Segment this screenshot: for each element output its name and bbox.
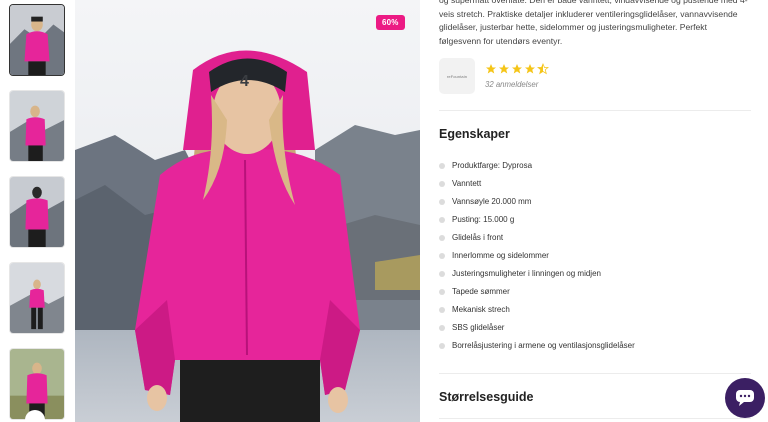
bullet-icon <box>439 199 445 206</box>
feature-item-label: Pusting: 15.000 g <box>452 215 515 225</box>
feature-item-label: Borrelåsjustering i armene og ventilasjo… <box>452 341 635 351</box>
bullet-icon <box>439 325 445 332</box>
features-heading: Egenskaper <box>439 127 510 142</box>
feature-item: Pusting: 15.000 g <box>439 215 751 233</box>
star-rating <box>485 63 549 75</box>
bullet-icon <box>439 343 445 350</box>
bullet-icon <box>439 181 445 188</box>
main-product-image[interactable]: 4 <box>75 0 420 422</box>
bullet-icon <box>439 289 445 296</box>
star-icon <box>525 64 535 74</box>
bullet-icon <box>439 163 445 170</box>
product-info: og supermatt overflate. Den er både vann… <box>439 0 751 420</box>
thumbnail-4[interactable] <box>9 262 65 334</box>
svg-text:4: 4 <box>240 73 249 90</box>
feature-item-label: Vanntett <box>452 179 482 189</box>
thumbnail-3[interactable] <box>9 176 65 248</box>
feature-item: Justeringsmuligheter i linningen og midj… <box>439 269 751 287</box>
feature-item: Produktfarge: Dyprosa <box>439 161 751 179</box>
feature-item: SBS glidelåser <box>439 323 751 341</box>
feature-item-label: SBS glidelåser <box>452 323 505 333</box>
feature-item-label: Tapede sømmer <box>452 287 510 297</box>
star-icon <box>512 64 522 74</box>
feature-item: Vannsøyle 20.000 mm <box>439 197 751 215</box>
size-guide-heading[interactable]: Størrelsesguide <box>439 390 751 420</box>
product-page: 4 60% og supermatt overflate. Den er båd… <box>0 0 768 422</box>
feature-item-label: Vannsøyle 20.000 mm <box>452 197 532 207</box>
thumbnail-5[interactable] <box>9 348 65 420</box>
thumbnail-1[interactable] <box>9 4 65 76</box>
chat-bubble-icon <box>736 390 754 406</box>
feature-item: Mekanisk strech <box>439 305 751 323</box>
thumbnail-gallery <box>9 4 67 422</box>
product-description: og supermatt overflate. Den er både vann… <box>439 0 748 46</box>
feature-item-label: Mekanisk strech <box>452 305 510 315</box>
half-star-icon <box>537 63 549 75</box>
bullet-icon <box>439 235 445 242</box>
bullet-icon <box>439 271 445 278</box>
feature-item: Borrelåsjustering i armene og ventilasjo… <box>439 341 751 359</box>
bullet-icon <box>439 217 445 224</box>
review-provider-logo: reFountain <box>439 58 475 95</box>
feature-item-label: Justeringsmuligheter i linningen og midj… <box>452 269 601 279</box>
feature-item-label: Produktfarge: Dyprosa <box>452 161 533 171</box>
review-summary[interactable]: reFountain 32 anmeldelser <box>439 58 751 112</box>
star-icon <box>499 64 509 74</box>
review-count: 32 anmeldelser <box>485 80 539 90</box>
star-icon <box>486 64 496 74</box>
feature-item-label: Innerlomme og sidelommer <box>452 251 549 261</box>
discount-badge: 60% <box>376 15 405 30</box>
bullet-icon <box>439 253 445 260</box>
thumbnail-2[interactable] <box>9 90 65 162</box>
feature-item: Tapede sømmer <box>439 287 751 305</box>
bullet-icon <box>439 307 445 314</box>
feature-item: Glidelås i front <box>439 233 751 251</box>
feature-item-label: Glidelås i front <box>452 233 504 243</box>
feature-item: Vanntett <box>439 179 751 197</box>
chat-button[interactable] <box>725 378 765 418</box>
feature-item: Innerlomme og sidelommer <box>439 251 751 269</box>
features-list: Produktfarge: Dyprosa Vanntett Vannsøyle 2… <box>439 161 751 375</box>
